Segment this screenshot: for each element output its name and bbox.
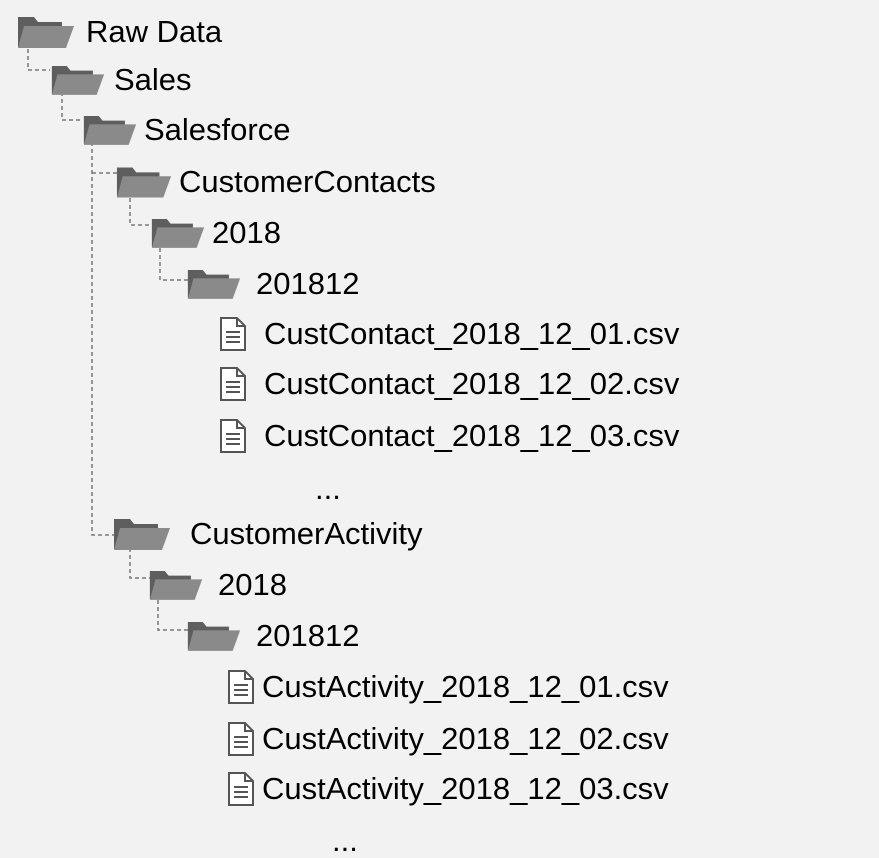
folder-icon (187, 270, 241, 299)
tree-node-label: 201812 (256, 618, 360, 653)
tree-file-custcontact-02[interactable]: CustContact_2018_12_02.csv (218, 362, 679, 406)
tree-node-label: CustContact_2018_12_03.csv (264, 418, 680, 453)
tree-file-custcontact-03[interactable]: CustContact_2018_12_03.csv (218, 414, 679, 458)
tree-node-label: 2018 (218, 567, 287, 602)
tree-node-contacts-2018[interactable]: 2018 (150, 211, 281, 255)
folder-icon (83, 116, 137, 145)
tree-node-activity-2018[interactable]: 2018 (148, 563, 287, 607)
tree-node-label: Salesforce (144, 112, 291, 147)
tree-node-label: CustomerActivity (190, 516, 423, 551)
file-icon (220, 317, 246, 351)
tree-node-label: CustomerContacts (179, 164, 436, 199)
tree-node-label: 2018 (212, 215, 281, 250)
more-files-indicator: ... (332, 823, 358, 858)
tree-node-salesforce[interactable]: Salesforce (82, 108, 290, 152)
tree-node-label: CustActivity_2018_12_03.csv (262, 771, 669, 806)
tree-node-activity-201812[interactable]: 201812 (186, 614, 359, 658)
tree-file-custcontact-01[interactable]: CustContact_2018_12_01.csv (218, 312, 679, 356)
tree-node-label: CustActivity_2018_12_01.csv (262, 669, 669, 704)
file-icon (220, 419, 246, 453)
tree-node-label: CustActivity_2018_12_02.csv (262, 721, 669, 756)
tree-file-custactivity-01[interactable]: CustActivity_2018_12_01.csv (226, 665, 669, 709)
file-icon (228, 772, 254, 806)
tree-node-customer-activity[interactable]: CustomerActivity (112, 512, 423, 556)
tree-node-contacts-201812[interactable]: 201812 (186, 262, 359, 306)
more-files-indicator: ... (315, 471, 341, 506)
file-icon (228, 670, 254, 704)
folder-icon (187, 622, 241, 651)
tree-node-sales[interactable]: Sales (50, 58, 192, 102)
tree-node-label: CustContact_2018_12_02.csv (264, 366, 680, 401)
folder-icon (114, 519, 170, 550)
folder-icon (18, 17, 74, 48)
tree-file-custactivity-03[interactable]: CustActivity_2018_12_03.csv (226, 767, 669, 811)
folder-icon (151, 219, 205, 248)
tree-node-label: CustContact_2018_12_01.csv (264, 316, 680, 351)
tree-file-custactivity-02[interactable]: CustActivity_2018_12_02.csv (226, 717, 669, 761)
tree-node-label: Raw Data (86, 14, 223, 49)
file-icon (220, 367, 246, 401)
tree-node-label: 201812 (256, 266, 360, 301)
file-icon (228, 722, 254, 756)
folder-tree: Raw Data Sales Salesforce CustomerContac… (0, 0, 879, 856)
folder-icon (149, 571, 203, 600)
tree-node-customer-contacts[interactable]: CustomerContacts (115, 160, 436, 204)
folder-icon (116, 167, 172, 198)
folder-icon (51, 66, 105, 95)
tree-node-raw-data[interactable]: Raw Data (16, 10, 222, 54)
tree-node-label: Sales (114, 62, 192, 97)
